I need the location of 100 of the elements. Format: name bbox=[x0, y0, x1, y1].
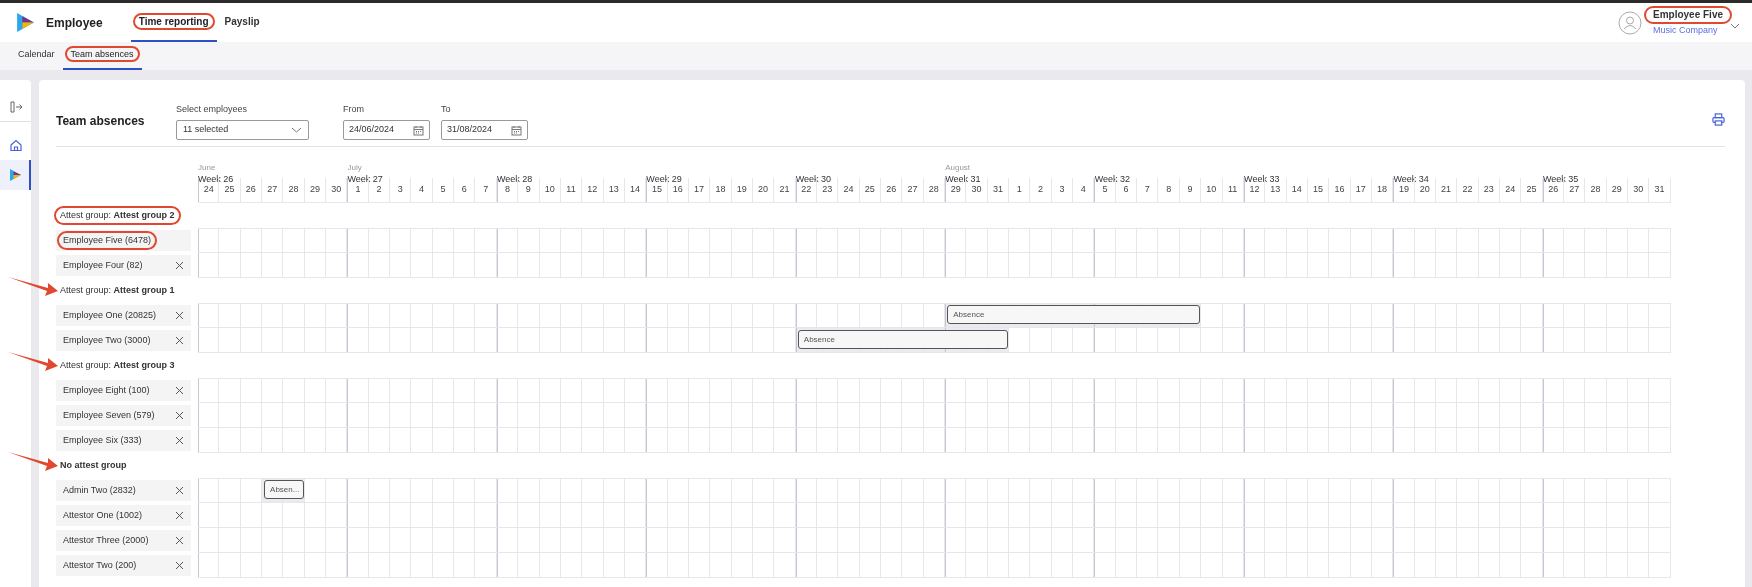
day-label: 9 bbox=[1179, 178, 1202, 202]
month-label: June bbox=[198, 163, 216, 172]
day-label: 1 bbox=[1009, 178, 1031, 202]
absence-bar[interactable]: Absence bbox=[797, 330, 1009, 349]
day-label: 6 bbox=[454, 178, 476, 202]
nav-tab[interactable]: Payslip bbox=[216, 3, 268, 42]
close-icon[interactable] bbox=[175, 436, 184, 445]
sub-tab[interactable]: Calendar bbox=[10, 42, 63, 70]
day-label: 27 bbox=[262, 178, 284, 202]
week-label: Week 27 bbox=[347, 174, 383, 184]
day-label: 22 bbox=[1457, 178, 1479, 202]
field-label: To bbox=[441, 102, 452, 116]
day-label: 21 bbox=[774, 178, 796, 202]
employee-name: Attestor Two (200) bbox=[63, 558, 137, 572]
day-label: 24 bbox=[1499, 178, 1522, 202]
day-label: 16 bbox=[1329, 178, 1351, 202]
field-label: Select employees bbox=[176, 102, 249, 116]
close-icon[interactable] bbox=[175, 311, 184, 320]
day-label: 30 bbox=[326, 178, 348, 202]
day-label: 10 bbox=[1201, 178, 1223, 202]
group-label: Attest group: Attest group 3 bbox=[60, 358, 175, 373]
close-icon[interactable] bbox=[175, 386, 184, 395]
month-label: July bbox=[347, 163, 362, 172]
employee-name: Employee Eight (100) bbox=[63, 383, 150, 397]
logout-icon bbox=[8, 99, 23, 114]
close-icon[interactable] bbox=[175, 561, 184, 570]
close-icon[interactable] bbox=[175, 486, 184, 495]
group-label: Attest group: Attest group 1 bbox=[60, 283, 175, 298]
day-label: 15 bbox=[1307, 178, 1330, 202]
close-icon[interactable] bbox=[175, 411, 184, 420]
day-label: 11 bbox=[1222, 178, 1244, 202]
day-label: 21 bbox=[1435, 178, 1458, 202]
day-label: 14 bbox=[624, 178, 647, 202]
date-field[interactable]: 31/08/2024 bbox=[441, 120, 528, 140]
day-label: 8 bbox=[1158, 178, 1180, 202]
group-label: Attest group: Attest group 2 bbox=[60, 208, 175, 223]
employee-select[interactable]: 11 selected bbox=[176, 120, 309, 140]
day-label: 11 bbox=[560, 178, 583, 202]
week-label: Week 29 bbox=[646, 174, 682, 184]
week-label: Week 34 bbox=[1393, 174, 1429, 184]
print-icon[interactable] bbox=[1712, 113, 1725, 126]
week-label: Week 31 bbox=[945, 174, 981, 184]
employee-name: Attestor Three (2000) bbox=[63, 533, 149, 547]
day-label: 2 bbox=[1030, 178, 1052, 202]
close-icon[interactable] bbox=[175, 511, 184, 520]
employee-name: Employee Six (333) bbox=[63, 433, 142, 447]
logo-icon bbox=[7, 168, 22, 182]
day-label: 7 bbox=[475, 178, 497, 202]
day-label: 12 bbox=[582, 178, 604, 202]
user-name: Employee Five bbox=[1649, 9, 1726, 21]
chevron-down-icon[interactable] bbox=[1730, 22, 1740, 29]
week-label: Week 28 bbox=[496, 174, 533, 184]
day-label: 18 bbox=[710, 178, 732, 202]
sub-tab[interactable]: Team absences bbox=[62, 42, 142, 70]
avatar-icon bbox=[1617, 10, 1642, 35]
day-label: 29 bbox=[1606, 178, 1629, 202]
employee-name: Employee Four (82) bbox=[63, 258, 143, 272]
calendar-icon bbox=[511, 124, 522, 136]
day-label: 29 bbox=[304, 178, 327, 202]
day-label: 27 bbox=[902, 178, 924, 202]
close-icon[interactable] bbox=[175, 536, 184, 545]
day-label: 31 bbox=[1649, 178, 1671, 202]
week-label: Week 33 bbox=[1244, 174, 1280, 184]
date-field[interactable]: 24/06/2024 bbox=[343, 120, 430, 140]
day-label: 24 bbox=[838, 178, 860, 202]
day-label: 17 bbox=[1350, 178, 1372, 202]
day-label: 18 bbox=[1371, 178, 1394, 202]
day-label: 14 bbox=[1286, 178, 1308, 202]
day-label: 30 bbox=[1628, 178, 1650, 202]
day-label: 31 bbox=[987, 178, 1010, 202]
close-icon[interactable] bbox=[175, 261, 184, 270]
day-label: 3 bbox=[390, 178, 412, 202]
absence-bar[interactable]: Absen... bbox=[264, 480, 304, 499]
employee-name: Admin Two (2832) bbox=[63, 483, 136, 497]
day-label: 4 bbox=[1073, 178, 1095, 202]
sidebar-item[interactable] bbox=[0, 160, 31, 190]
employee-name: Employee Seven (579) bbox=[63, 408, 155, 422]
chevron-down-icon bbox=[291, 127, 302, 133]
field-label: From bbox=[343, 102, 365, 116]
day-label: 26 bbox=[881, 178, 903, 202]
app-title: Employee bbox=[46, 14, 103, 32]
day-label: 4 bbox=[411, 178, 433, 202]
close-icon[interactable] bbox=[175, 336, 184, 345]
day-label: 23 bbox=[1478, 178, 1500, 202]
day-label: 25 bbox=[859, 178, 881, 202]
page-title: Team absences bbox=[56, 113, 146, 130]
employee-name: Employee Two (3000) bbox=[63, 333, 151, 347]
home-icon bbox=[8, 138, 23, 152]
calendar-icon bbox=[413, 124, 424, 136]
day-label: 17 bbox=[688, 178, 711, 202]
day-label: 7 bbox=[1137, 178, 1159, 202]
company-name: Music Company bbox=[1651, 24, 1719, 36]
logo-icon bbox=[15, 12, 36, 33]
week-label: Week 32 bbox=[1094, 174, 1130, 184]
day-label: 25 bbox=[1521, 178, 1543, 202]
day-label: 20 bbox=[752, 178, 775, 202]
week-label: Week 35 bbox=[1542, 174, 1579, 184]
day-label: 13 bbox=[603, 178, 625, 202]
absence-bar[interactable]: Absence bbox=[947, 305, 1201, 324]
employee-name: Employee One (20825) bbox=[63, 308, 157, 322]
